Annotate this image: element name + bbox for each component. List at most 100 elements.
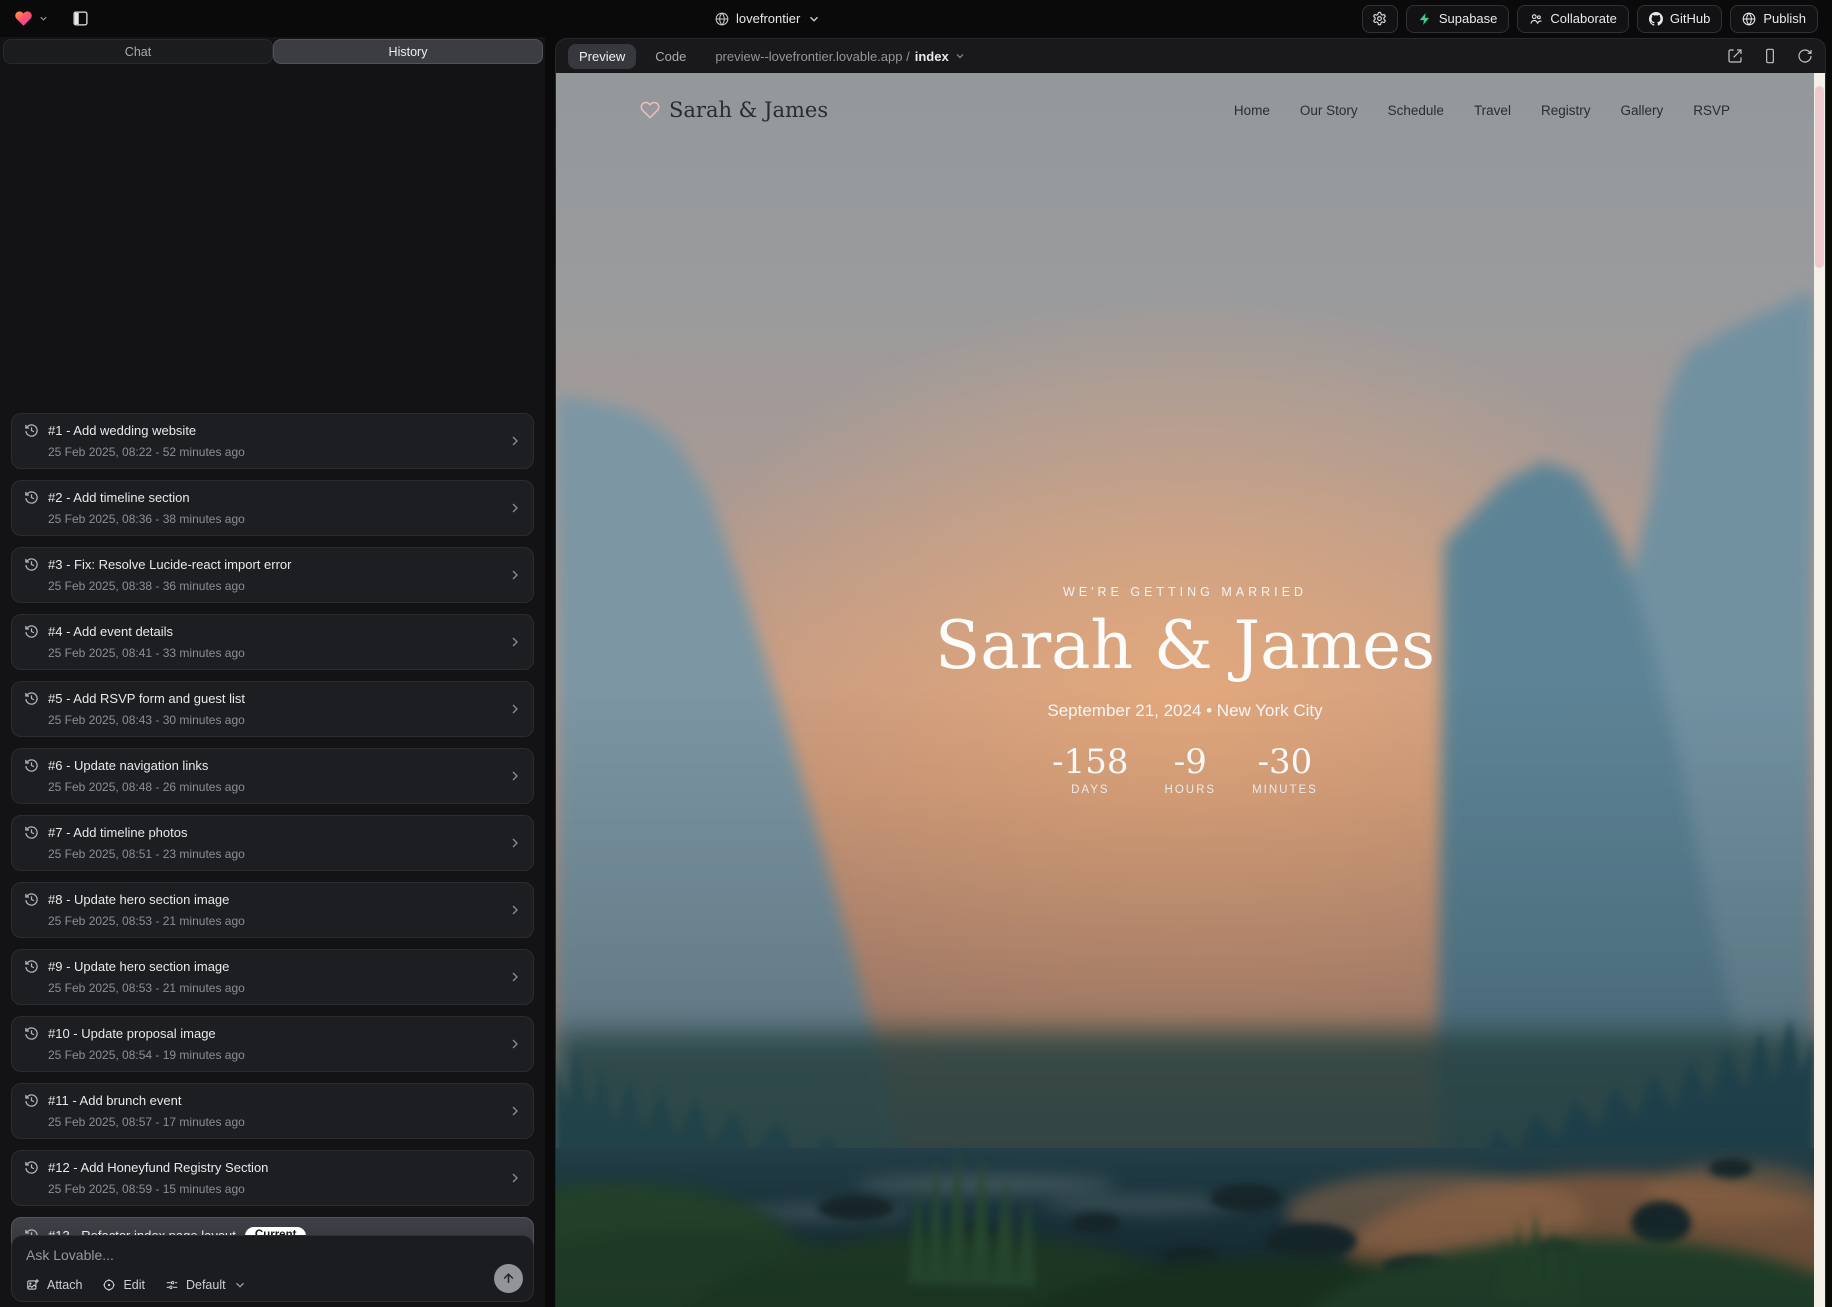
hero-tagline: WE'RE GETTING MARRIED <box>556 585 1814 599</box>
site-nav-link[interactable]: Travel <box>1474 103 1511 118</box>
history-item-timestamp: 25 Feb 2025, 08:43 - 30 minutes ago <box>48 713 499 727</box>
history-item-timestamp: 25 Feb 2025, 08:36 - 38 minutes ago <box>48 512 499 526</box>
history-icon <box>24 490 39 505</box>
github-icon <box>1649 12 1663 26</box>
site-viewport: Sarah & James Home Our Story Schedule Trave… <box>556 73 1825 1307</box>
history-item-timestamp: 25 Feb 2025, 08:53 - 21 minutes ago <box>48 914 499 928</box>
chevron-down-icon <box>954 50 966 62</box>
image-plus-icon <box>26 1278 40 1292</box>
prompt-input[interactable]: Ask Lovable... <box>26 1247 519 1263</box>
app-window: lovefrontier Supabase Collaborate GitHub <box>0 0 1832 1307</box>
history-item-title: #4 - Add event details <box>48 624 173 639</box>
history-item[interactable]: #7 - Add timeline photos 25 Feb 2025, 08… <box>11 815 534 871</box>
history-item-timestamp: 25 Feb 2025, 08:22 - 52 minutes ago <box>48 445 499 459</box>
toggle-sidebar-button[interactable] <box>65 6 95 32</box>
site-nav-link[interactable]: Gallery <box>1620 103 1663 118</box>
countdown-value: -9 <box>1165 745 1217 779</box>
chevron-right-icon <box>507 902 523 918</box>
site-scrollbar-thumb[interactable] <box>1815 86 1824 268</box>
tab-chat[interactable]: Chat <box>3 39 273 64</box>
site-nav-link[interactable]: Schedule <box>1388 103 1444 118</box>
history-icon <box>24 1160 39 1175</box>
chevron-right-icon <box>507 768 523 784</box>
history-item[interactable]: #1 - Add wedding website 25 Feb 2025, 08… <box>11 413 534 469</box>
history-item-title: #3 - Fix: Resolve Lucide-react import er… <box>48 557 291 572</box>
chevron-right-icon <box>507 567 523 583</box>
publish-button[interactable]: Publish <box>1730 5 1818 33</box>
mode-selector[interactable]: Default <box>165 1278 247 1292</box>
history-icon <box>24 624 39 639</box>
history-item[interactable]: #12 - Add Honeyfund Registry Section 25 … <box>11 1150 534 1206</box>
site-nav-link[interactable]: RSVP <box>1693 103 1730 118</box>
prompt-composer[interactable]: Ask Lovable... Attach Edit Default <box>11 1235 534 1302</box>
chevron-right-icon <box>507 701 523 717</box>
smartphone-icon[interactable] <box>1762 48 1778 64</box>
target-icon <box>102 1278 116 1292</box>
history-item[interactable]: #8 - Update hero section image 25 Feb 20… <box>11 882 534 938</box>
collaborate-button[interactable]: Collaborate <box>1517 5 1629 33</box>
site-logo[interactable]: Sarah & James <box>640 98 828 122</box>
attach-button[interactable]: Attach <box>26 1278 82 1292</box>
history-item[interactable]: #9 - Update hero section image 25 Feb 20… <box>11 949 534 1005</box>
site-header: Sarah & James Home Our Story Schedule Trave… <box>556 73 1814 147</box>
history-icon <box>24 1026 39 1041</box>
send-button[interactable] <box>494 1264 523 1293</box>
github-button[interactable]: GitHub <box>1637 5 1722 33</box>
hero-date-location: September 21, 2024 • New York City <box>556 701 1814 721</box>
chevron-down-icon <box>807 12 821 26</box>
project-selector[interactable]: lovefrontier <box>715 0 821 37</box>
history-item-title: #10 - Update proposal image <box>48 1026 216 1041</box>
countdown-label: MINUTES <box>1252 784 1318 796</box>
preview-toolbar: Preview Code preview--lovefrontier.lovab… <box>556 39 1825 73</box>
chevron-right-icon <box>507 1170 523 1186</box>
top-bar-actions: Supabase Collaborate GitHub Publish <box>1362 5 1818 33</box>
preview-actions <box>1727 48 1813 64</box>
countdown-unit: -158 DAYS <box>1052 745 1128 796</box>
history-item[interactable]: #2 - Add timeline section 25 Feb 2025, 0… <box>11 480 534 536</box>
hero-title: Sarah & James <box>556 613 1814 679</box>
chevron-right-icon <box>507 835 523 851</box>
history-item[interactable]: #5 - Add RSVP form and guest list 25 Feb… <box>11 681 534 737</box>
history-item[interactable]: #3 - Fix: Resolve Lucide-react import er… <box>11 547 534 603</box>
preview-url[interactable]: preview--lovefrontier.lovable.app / inde… <box>715 49 965 64</box>
sidebar-tabs: Chat History <box>3 39 543 64</box>
history-item-timestamp: 25 Feb 2025, 08:38 - 36 minutes ago <box>48 579 499 593</box>
preview-panel: Preview Code preview--lovefrontier.lovab… <box>555 38 1826 1307</box>
tab-history[interactable]: History <box>273 39 543 64</box>
countdown-value: -30 <box>1252 745 1318 779</box>
edit-button[interactable]: Edit <box>102 1278 145 1292</box>
chevron-right-icon <box>507 433 523 449</box>
history-item[interactable]: #4 - Add event details 25 Feb 2025, 08:4… <box>11 614 534 670</box>
history-item-title: #11 - Add brunch event <box>48 1093 181 1108</box>
history-item-title: #8 - Update hero section image <box>48 892 229 907</box>
history-item[interactable]: #10 - Update proposal image 25 Feb 2025,… <box>11 1016 534 1072</box>
tab-preview[interactable]: Preview <box>568 44 636 69</box>
countdown-label: DAYS <box>1052 784 1128 796</box>
site-nav-link[interactable]: Registry <box>1541 103 1591 118</box>
site-nav-link[interactable]: Our Story <box>1300 103 1358 118</box>
history-icon <box>24 423 39 438</box>
history-item[interactable]: #11 - Add brunch event 25 Feb 2025, 08:5… <box>11 1083 534 1139</box>
heart-outline-icon <box>640 100 660 120</box>
lovable-logo-menu[interactable] <box>14 9 49 28</box>
history-icon <box>24 691 39 706</box>
history-icon <box>24 825 39 840</box>
sliders-icon <box>165 1278 179 1292</box>
supabase-button[interactable]: Supabase <box>1406 5 1510 33</box>
settings-button[interactable] <box>1362 5 1398 33</box>
site-scrollbar[interactable] <box>1814 73 1825 1307</box>
site-nav-link[interactable]: Home <box>1234 103 1270 118</box>
refresh-icon[interactable] <box>1797 48 1813 64</box>
tab-code[interactable]: Code <box>644 44 697 69</box>
history-item-title: #9 - Update hero section image <box>48 959 229 974</box>
arrow-up-icon <box>501 1271 516 1286</box>
history-item-timestamp: 25 Feb 2025, 08:59 - 15 minutes ago <box>48 1182 499 1196</box>
history-item-timestamp: 25 Feb 2025, 08:48 - 26 minutes ago <box>48 780 499 794</box>
external-link-icon[interactable] <box>1727 48 1743 64</box>
history-icon <box>24 557 39 572</box>
countdown: -158 DAYS -9 HOURS -30 MINUTES <box>556 745 1814 796</box>
chevron-down-icon <box>38 13 49 24</box>
history-item[interactable]: #6 - Update navigation links 25 Feb 2025… <box>11 748 534 804</box>
supabase-icon <box>1418 12 1432 26</box>
countdown-unit: -9 HOURS <box>1165 745 1217 796</box>
